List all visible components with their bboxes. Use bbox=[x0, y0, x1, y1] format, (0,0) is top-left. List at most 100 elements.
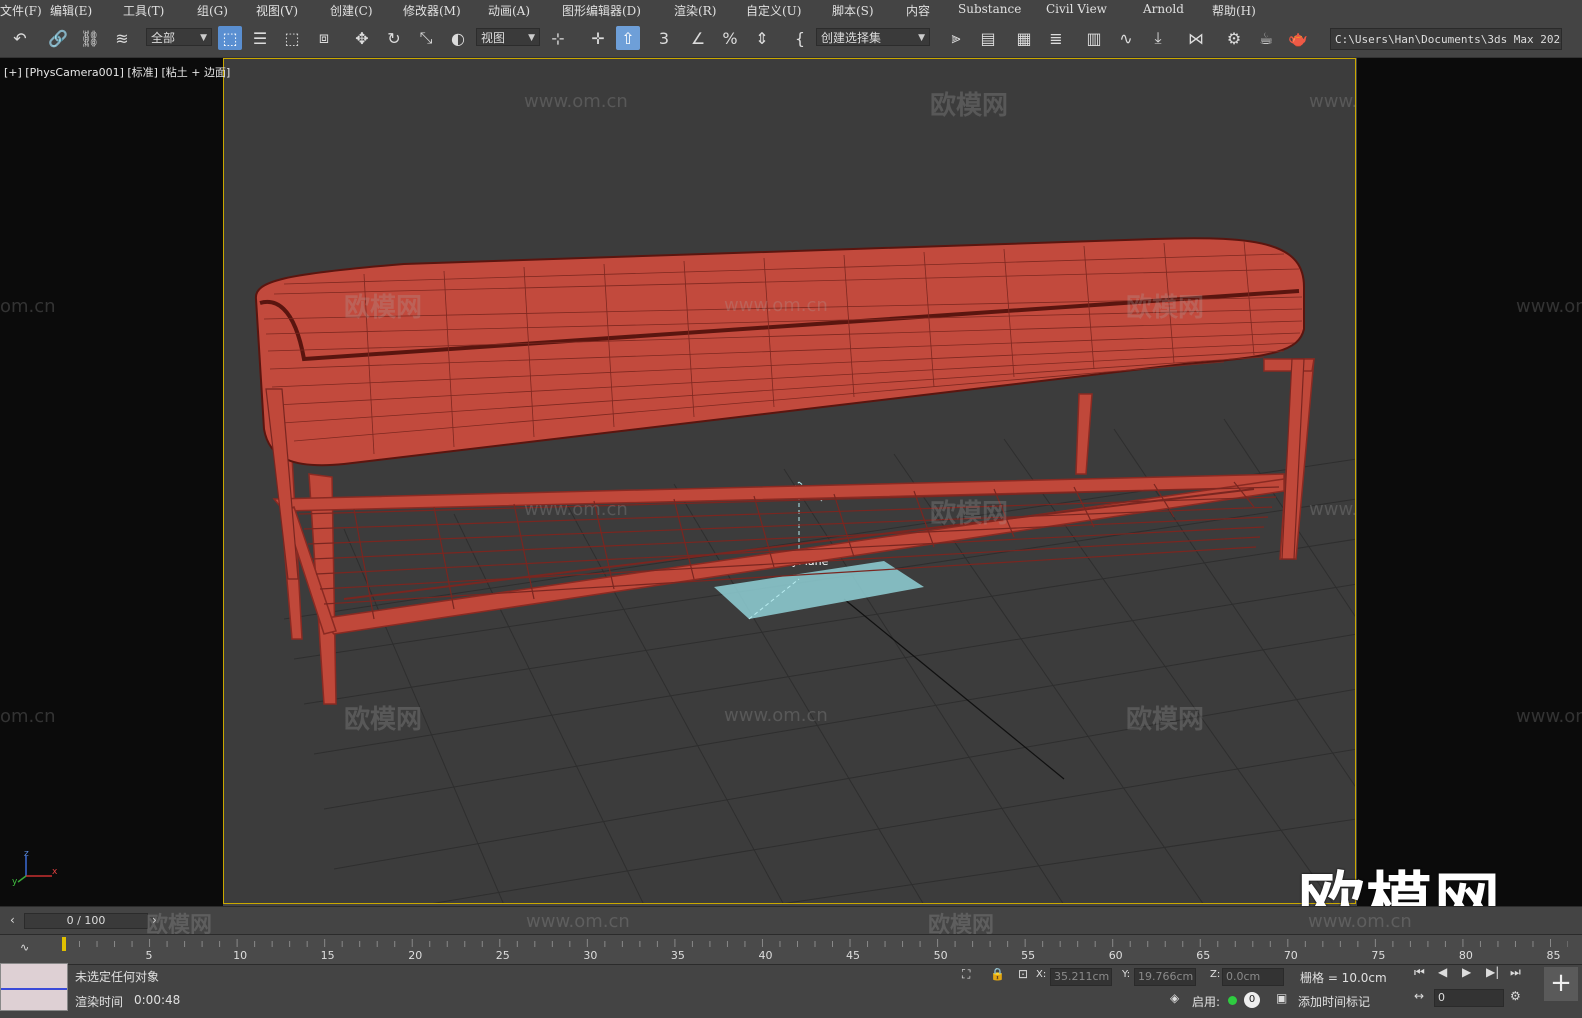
left-viewport-region bbox=[0, 58, 223, 906]
menu-item-4[interactable]: 视图(V) bbox=[256, 2, 298, 19]
link-icon[interactable]: 🔗 bbox=[46, 26, 70, 50]
named-selection-dropdown[interactable]: 创建选择集 ▼ bbox=[816, 28, 930, 46]
time-slider[interactable]: 0 / 100 bbox=[24, 913, 148, 929]
menu-item-12[interactable]: 内容 bbox=[906, 2, 930, 19]
menu-item-3[interactable]: 组(G) bbox=[197, 2, 228, 19]
menu-item-11[interactable]: 脚本(S) bbox=[832, 2, 874, 19]
layer-explorer-icon[interactable]: ≣ bbox=[1044, 26, 1068, 50]
selection-filter-dropdown[interactable]: 全部 ▼ bbox=[146, 28, 212, 46]
toggle-ribbon-icon[interactable]: ▥ bbox=[1082, 26, 1106, 50]
select-by-name-icon[interactable]: ☰ bbox=[248, 26, 272, 50]
play-icon[interactable]: ▶ bbox=[1462, 965, 1471, 979]
menu-item-1[interactable]: 编辑(E) bbox=[50, 2, 92, 19]
render-time-label: 渲染时间 bbox=[75, 995, 124, 1009]
rect-selection-icon[interactable]: ⬚ bbox=[280, 26, 304, 50]
y-coord-field[interactable]: 19.766cm bbox=[1134, 968, 1196, 986]
ruler-tick-label: 30 bbox=[583, 949, 597, 962]
track-bar[interactable]: ∿ 5 10 15 20 25 30 35 40 45 50 55 60 65 70 75 80 85 bbox=[0, 934, 1582, 965]
add-time-tag[interactable]: 添加时间标记 bbox=[1298, 993, 1370, 1010]
ruler-tick-label: 15 bbox=[321, 949, 335, 962]
go-to-start-icon[interactable]: ⏮ bbox=[1414, 965, 1425, 980]
bench-cushion bbox=[254, 237, 1305, 467]
spinner-snap-icon[interactable]: ⇕ bbox=[750, 26, 774, 50]
axis-x-label: x bbox=[52, 867, 58, 877]
ruler-tick-label: 20 bbox=[408, 949, 422, 962]
z-coord-field[interactable]: 0.0cm bbox=[1222, 968, 1284, 986]
scene-explorer-icon[interactable]: ▦ bbox=[1012, 26, 1036, 50]
mirror-icon[interactable]: ⫸ bbox=[944, 26, 968, 50]
menu-bar: 文件(F) 编辑(E) 工具(T) 组(G) 视图(V) 创建(C) 修改器(M) 动画(A)… bbox=[0, 0, 1582, 20]
ruler-tick-label: 45 bbox=[846, 949, 860, 962]
previous-frame-icon[interactable]: ◀ bbox=[1438, 965, 1447, 979]
isolate-selection-icon[interactable]: ⛶ bbox=[962, 967, 970, 982]
viewport-navigation-icon[interactable]: + bbox=[1544, 967, 1578, 1001]
percent-snap-icon[interactable]: % bbox=[718, 26, 742, 50]
window-crossing-icon[interactable]: ⧈ bbox=[312, 26, 336, 50]
absolute-mode-icon[interactable]: ⊡ bbox=[1018, 967, 1028, 981]
current-frame-field[interactable]: 0 bbox=[1434, 989, 1504, 1007]
menu-item-15[interactable]: Arnold bbox=[1143, 2, 1184, 16]
camera-viewport[interactable]: VRayPlane bbox=[223, 58, 1356, 904]
reference-coord-value: 视图 bbox=[481, 31, 506, 45]
ruler-tick-label: 55 bbox=[1021, 949, 1035, 962]
bind-spacewarp-icon[interactable]: ≋ bbox=[110, 26, 134, 50]
rotate-icon[interactable]: ↻ bbox=[382, 26, 406, 50]
menu-item-14[interactable]: Civil View bbox=[1046, 2, 1107, 16]
z-coord-label: Z: bbox=[1210, 969, 1221, 980]
project-path-field[interactable]: C:\Users\Han\Documents\3ds Max 2022 bbox=[1330, 28, 1562, 50]
ruler-tick-label: 35 bbox=[671, 949, 685, 962]
maxscript-listener-mini[interactable] bbox=[0, 963, 68, 1011]
move-icon[interactable]: ✥ bbox=[350, 26, 374, 50]
placement-icon[interactable]: ◐ bbox=[446, 26, 470, 50]
enable-status-dot bbox=[1228, 996, 1237, 1005]
menu-item-6[interactable]: 修改器(M) bbox=[403, 2, 461, 19]
x-coord-field[interactable]: 35.211cm bbox=[1050, 968, 1112, 986]
undo-icon[interactable]: ↶ bbox=[8, 26, 32, 50]
ruler-tick-label: 60 bbox=[1109, 949, 1123, 962]
next-key-icon[interactable]: ▶| bbox=[1486, 965, 1499, 979]
angle-snap-icon[interactable]: ∠ bbox=[686, 26, 710, 50]
ruler-tick-label: 50 bbox=[934, 949, 948, 962]
menu-item-8[interactable]: 图形编辑器(D) bbox=[562, 2, 641, 19]
dope-sheet-icon[interactable]: ⤓ bbox=[1146, 26, 1170, 50]
ruler-tick-label: 5 bbox=[146, 949, 153, 962]
render-setup-icon[interactable]: ⚙ bbox=[1222, 26, 1246, 50]
menu-item-13[interactable]: Substance bbox=[958, 2, 1021, 16]
selection-lock-icon[interactable]: 🔒 bbox=[990, 967, 1005, 981]
viewport-label[interactable]: [+] [PhysCamera001] [标准] [粘土 + 边面] bbox=[4, 64, 230, 80]
scale-icon[interactable]: ⤡ bbox=[414, 26, 438, 50]
pivot-center-icon[interactable]: ⊹ bbox=[546, 26, 570, 50]
render-production-icon[interactable]: 🫖 bbox=[1286, 26, 1310, 50]
select-object-icon[interactable]: ⬚ bbox=[218, 26, 242, 50]
menu-item-2[interactable]: 工具(T) bbox=[123, 2, 164, 19]
snap-toggle-icon[interactable]: 3 bbox=[652, 26, 676, 50]
rendered-frame-window-icon[interactable]: ☕ bbox=[1254, 26, 1278, 50]
adaptive-degradation-icon[interactable]: ◈ bbox=[1170, 991, 1179, 1005]
prev-frame-icon[interactable]: ‹ bbox=[10, 913, 15, 927]
menu-item-0[interactable]: 文件(F) bbox=[0, 2, 42, 19]
next-frame-icon[interactable]: › bbox=[152, 913, 157, 927]
curve-editor-mini-icon[interactable]: ∿ bbox=[20, 941, 29, 954]
menu-item-9[interactable]: 渲染(R) bbox=[674, 2, 716, 19]
current-frame-marker[interactable] bbox=[62, 937, 66, 951]
schematic-view-icon[interactable]: ⋈ bbox=[1184, 26, 1208, 50]
align-icon[interactable]: ▤ bbox=[976, 26, 1000, 50]
ruler-tick-label: 75 bbox=[1371, 949, 1385, 962]
menu-item-5[interactable]: 创建(C) bbox=[330, 2, 373, 19]
reference-coord-dropdown[interactable]: 视图 ▼ bbox=[476, 28, 540, 46]
ruler-tick-label: 25 bbox=[496, 949, 510, 962]
axis-tripod: z x y bbox=[12, 850, 58, 886]
menu-item-10[interactable]: 自定义(U) bbox=[746, 2, 801, 19]
go-to-end-icon[interactable]: ⏭ bbox=[1510, 965, 1521, 980]
select-manipulate-icon[interactable]: ✛ bbox=[586, 26, 610, 50]
edit-named-selection-icon[interactable]: { bbox=[788, 26, 812, 50]
menu-item-16[interactable]: 帮助(H) bbox=[1212, 2, 1256, 19]
keyboard-shortcut-toggle-icon[interactable]: ⇧ bbox=[616, 26, 640, 50]
menu-item-7[interactable]: 动画(A) bbox=[488, 2, 530, 19]
time-config-icon[interactable]: ⚙ bbox=[1510, 989, 1521, 1003]
enable-count-badge[interactable]: 0 bbox=[1244, 992, 1260, 1008]
unlink-icon[interactable]: ⛓ bbox=[78, 26, 102, 50]
key-mode-icon[interactable]: ↔ bbox=[1414, 989, 1424, 1003]
curve-editor-icon[interactable]: ∿ bbox=[1114, 26, 1138, 50]
time-tag-icon[interactable]: ▣ bbox=[1276, 991, 1287, 1005]
